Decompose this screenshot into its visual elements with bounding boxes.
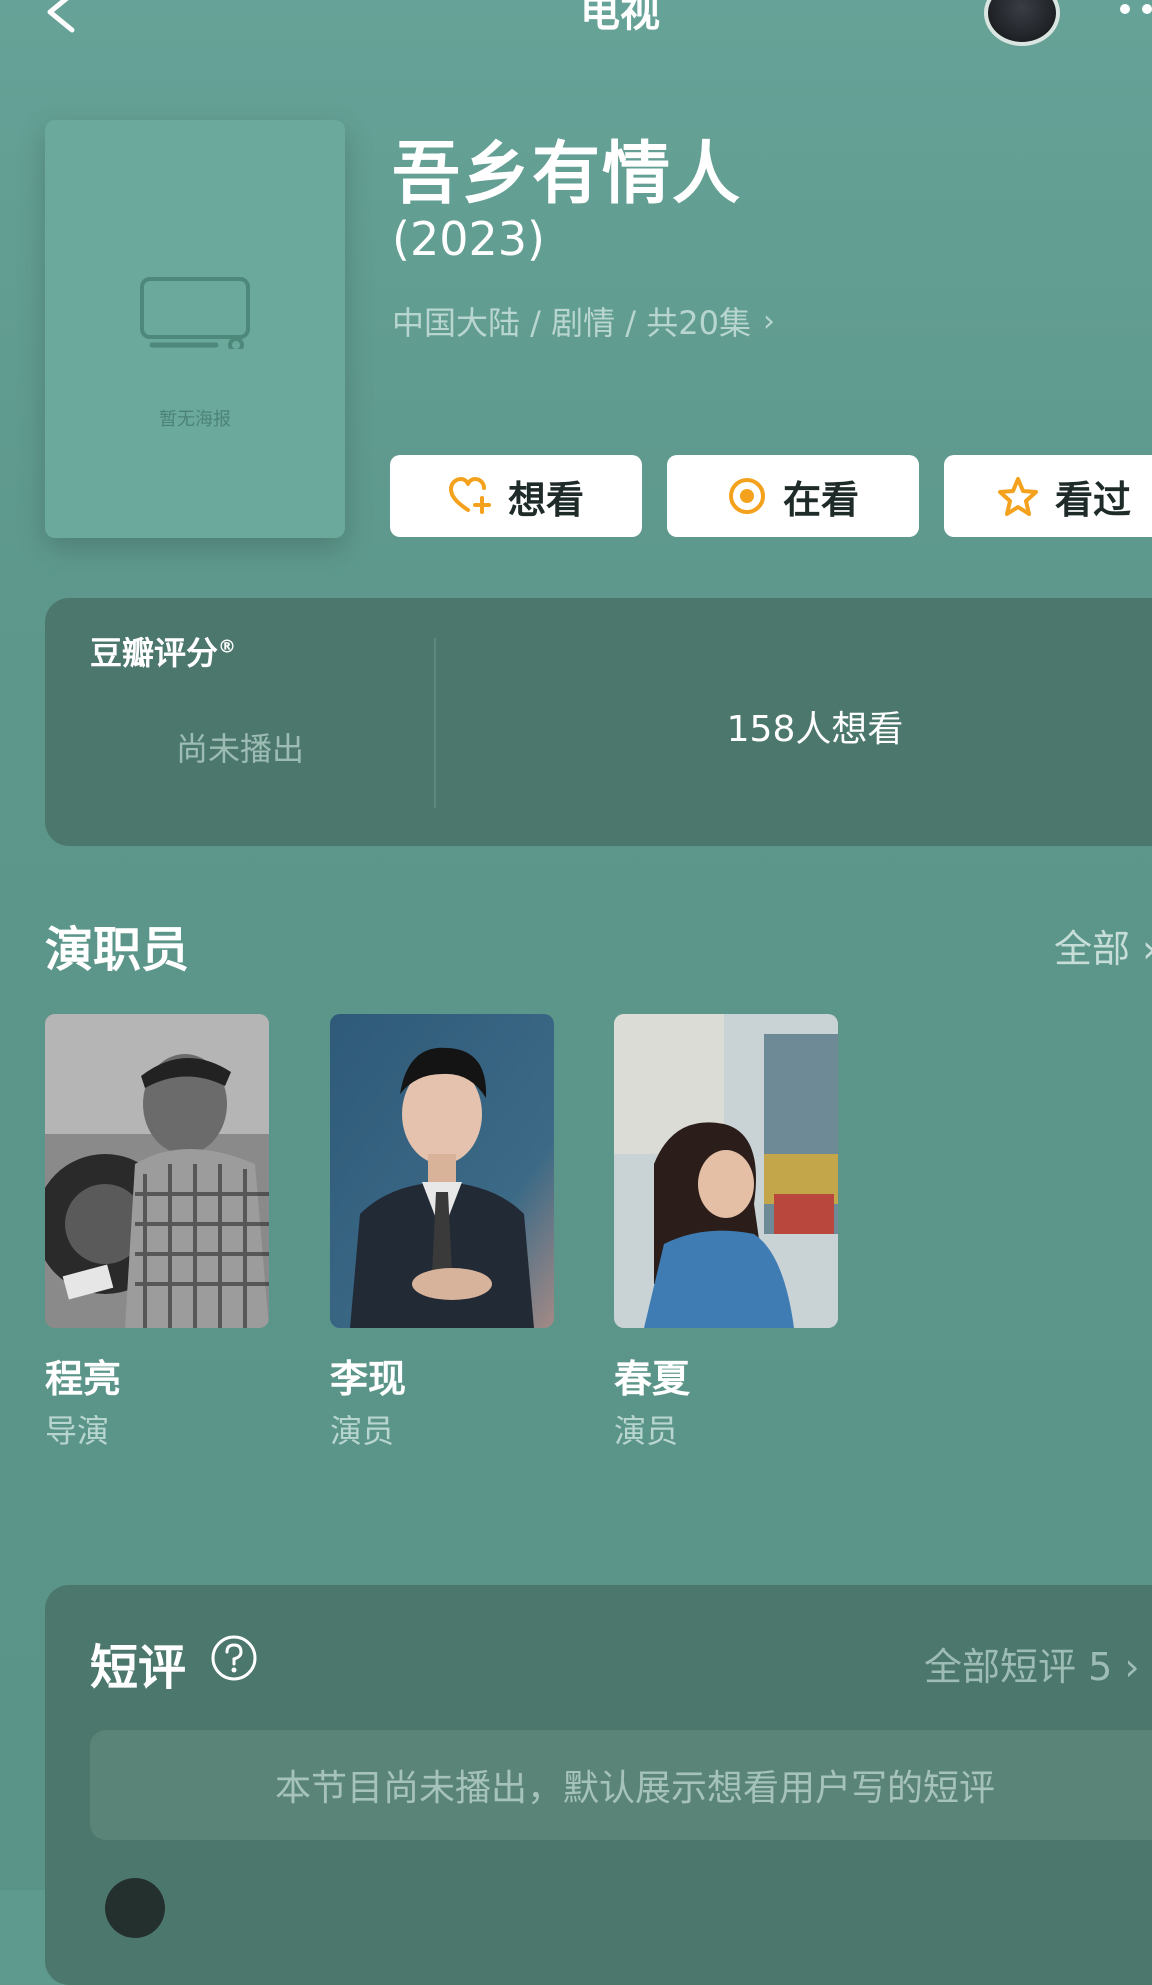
target-icon <box>728 478 765 514</box>
rating-label-text: 豆瓣评分 <box>90 634 219 672</box>
show-meta-text: 中国大陆 / 剧情 / 共20集 <box>392 304 751 342</box>
registered-mark: ® <box>218 636 237 658</box>
not-aired-notice: 本节目尚未播出，默认展示想看用户写的短评 <box>90 1730 1152 1840</box>
cast-photo-director[interactable] <box>45 1014 269 1328</box>
back-button[interactable] <box>40 0 90 40</box>
watching-label: 在看 <box>782 477 859 522</box>
chevron-left-icon <box>47 0 75 33</box>
poster-placeholder-text: 暂无海报 <box>159 409 231 430</box>
more-options-button[interactable] <box>1120 0 1152 20</box>
show-title: 吾乡有情人 <box>392 135 743 214</box>
show-year: (2023) <box>392 212 545 266</box>
cast-role: 导演 <box>45 1412 110 1450</box>
cast-photo-actor[interactable] <box>330 1014 554 1328</box>
cast-name[interactable]: 程亮 <box>45 1348 121 1403</box>
chevron-right-icon: › <box>1124 1645 1140 1689</box>
tv-icon <box>140 277 250 349</box>
cast-name[interactable]: 春夏 <box>614 1348 690 1403</box>
douban-rating-label: 豆瓣评分® <box>90 628 236 674</box>
actress-photo <box>614 1014 838 1328</box>
all-reviews-label: 全部短评 5 <box>924 1645 1113 1689</box>
chevron-right-icon: › <box>1142 927 1152 971</box>
director-photo <box>45 1014 269 1328</box>
page-title: 电视 <box>580 0 660 36</box>
heart-plus-icon <box>448 477 491 514</box>
cast-role: 演员 <box>330 1412 395 1450</box>
short-reviews-title: 短评 <box>90 1640 187 1696</box>
show-meta-link[interactable]: 中国大陆 / 剧情 / 共20集 › <box>392 298 775 344</box>
star-icon <box>997 477 1038 516</box>
rating-status: 尚未播出 <box>175 730 304 768</box>
review-user-avatar[interactable] <box>105 1878 165 1938</box>
cast-name[interactable]: 李现 <box>330 1348 406 1403</box>
cast-role: 演员 <box>614 1412 679 1450</box>
rating-divider <box>434 638 436 808</box>
cast-all-label: 全部 <box>1054 927 1131 971</box>
want-to-watch-label: 想看 <box>507 477 584 522</box>
cast-photo-actress[interactable] <box>614 1014 838 1328</box>
cast-section-title: 演职员 <box>45 922 190 978</box>
want-count[interactable]: 158人想看 <box>600 700 1030 752</box>
watched-label: 看过 <box>1054 477 1131 522</box>
more-dot-icon <box>1142 4 1152 14</box>
more-dot-icon <box>1120 4 1130 14</box>
want-to-watch-button[interactable]: 想看 <box>390 455 642 537</box>
chevron-right-icon: › <box>762 303 775 339</box>
actor-photo <box>330 1014 554 1328</box>
cast-all-link[interactable]: 全部 › <box>1054 918 1152 973</box>
help-icon[interactable] <box>210 1634 258 1682</box>
all-reviews-link[interactable]: 全部短评 5 › <box>924 1636 1140 1691</box>
watching-button[interactable]: 在看 <box>667 455 919 537</box>
watched-button[interactable]: 看过 <box>944 455 1152 537</box>
